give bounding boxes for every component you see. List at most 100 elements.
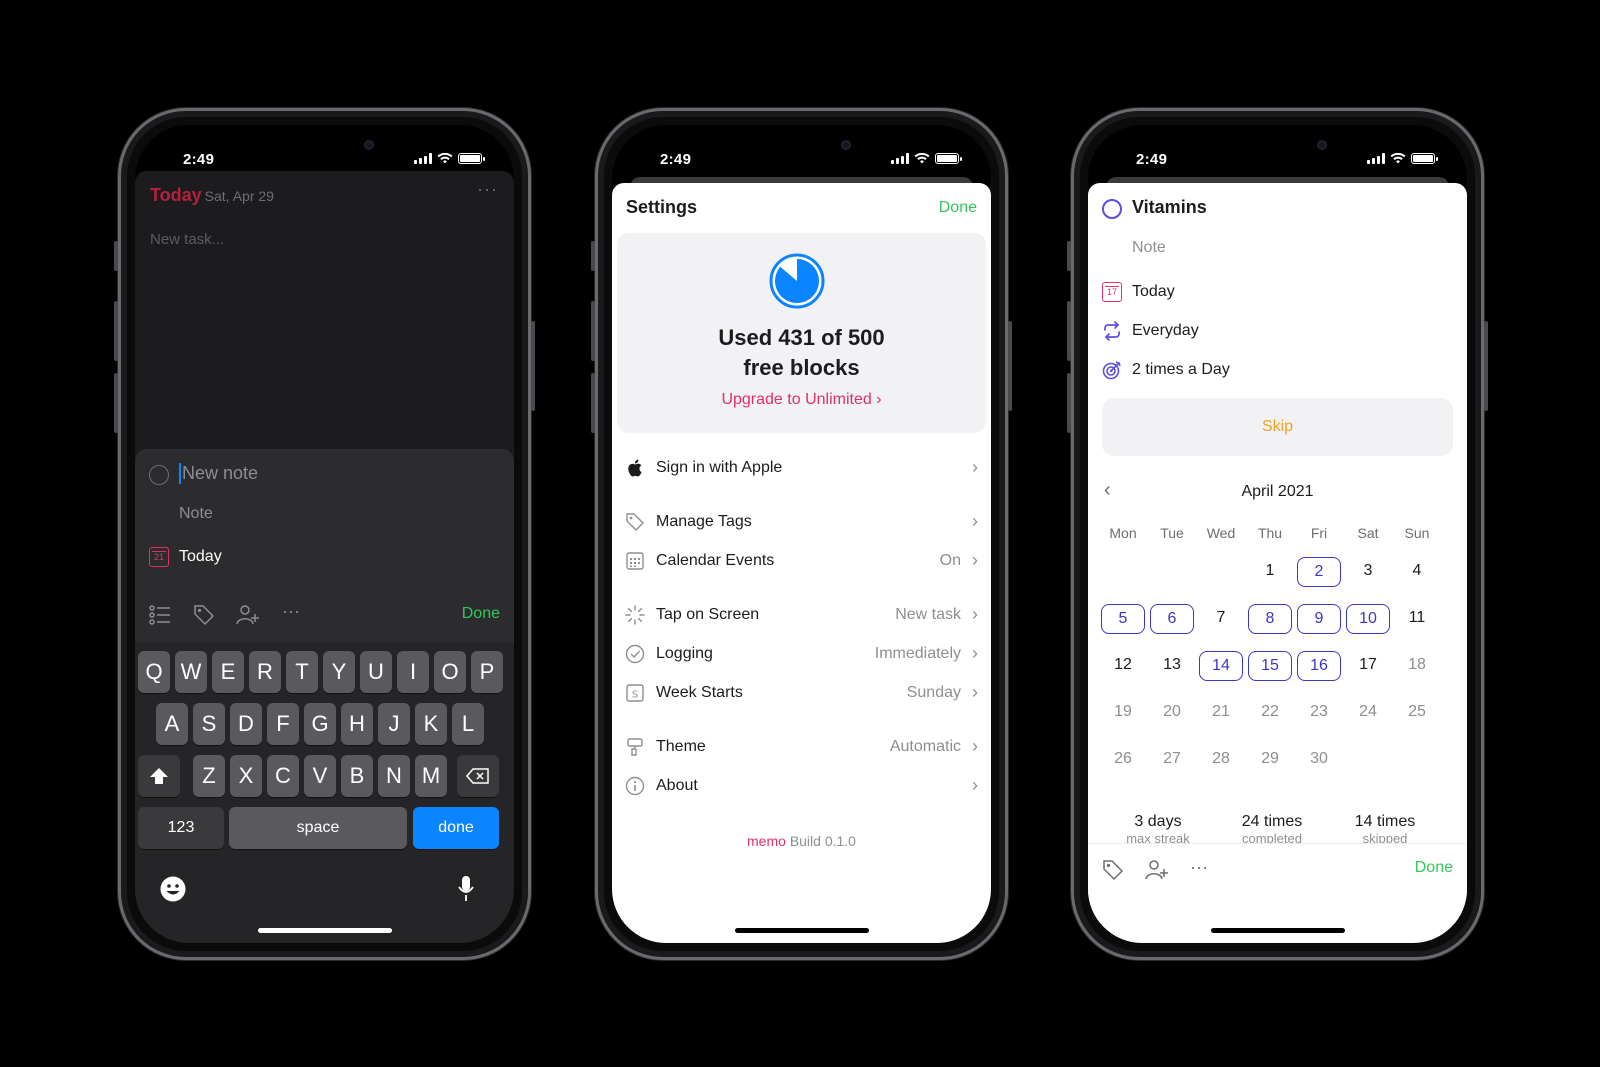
calendar-day[interactable]: 6	[1150, 604, 1194, 634]
key-done[interactable]: done	[413, 807, 499, 849]
calendar-day[interactable]: 24	[1346, 698, 1390, 728]
key-u[interactable]: U	[360, 651, 392, 693]
home-indicator[interactable]	[257, 928, 392, 933]
row-sign-in-with-apple[interactable]: Sign in with Apple ›	[612, 449, 991, 487]
calendar-day[interactable]: 23	[1297, 698, 1341, 728]
key-k[interactable]: K	[415, 703, 447, 745]
key-e[interactable]: E	[212, 651, 244, 693]
calendar-day[interactable]: 20	[1150, 698, 1194, 728]
tag-icon[interactable]	[193, 604, 215, 626]
note-field[interactable]: Note	[1132, 239, 1166, 257]
calendar-day[interactable]: 8	[1248, 604, 1292, 634]
key-r[interactable]: R	[249, 651, 281, 693]
row-logging[interactable]: Logging Immediately ›	[612, 635, 991, 673]
calendar-day[interactable]: 2	[1297, 557, 1341, 587]
calendar-day[interactable]: 11	[1395, 604, 1439, 634]
key-m[interactable]: M	[415, 755, 447, 797]
more-options-icon[interactable]: ···	[1190, 857, 1208, 878]
new-task-placeholder[interactable]: New task...	[150, 231, 224, 248]
weekday-label: Sat	[1357, 525, 1379, 541]
key-t[interactable]: T	[286, 651, 318, 693]
done-button[interactable]: Done	[1415, 859, 1453, 877]
key-c[interactable]: C	[267, 755, 299, 797]
shift-key[interactable]	[138, 755, 180, 797]
calendar-day[interactable]: 14	[1199, 651, 1243, 681]
calendar-day[interactable]: 9	[1297, 604, 1341, 634]
calendar-day[interactable]: 21	[1199, 698, 1243, 728]
row-manage-tags[interactable]: Manage Tags ›	[612, 503, 991, 541]
key-p[interactable]: P	[471, 651, 503, 693]
row-tap-on-screen[interactable]: Tap on Screen New task ›	[612, 596, 991, 634]
calendar-day[interactable]: 26	[1101, 745, 1145, 775]
checkbox-circle-icon[interactable]	[1102, 199, 1122, 219]
key-f[interactable]: F	[267, 703, 299, 745]
calendar-day[interactable]: 5	[1101, 604, 1145, 634]
more-options-icon[interactable]: ···	[282, 601, 300, 622]
key-z[interactable]: Z	[193, 755, 225, 797]
note-field[interactable]: Note	[179, 505, 213, 523]
key-y[interactable]: Y	[323, 651, 355, 693]
calendar-day[interactable]: 30	[1297, 745, 1341, 775]
row-calendar-events[interactable]: Calendar Events On ›	[612, 542, 991, 580]
add-person-icon[interactable]	[236, 604, 260, 626]
calendar-day[interactable]: 29	[1248, 745, 1292, 775]
calendar-day[interactable]: 7	[1199, 604, 1243, 634]
weekday-label: Fri	[1310, 525, 1328, 541]
key-s[interactable]: S	[193, 703, 225, 745]
tag-icon[interactable]	[1102, 859, 1124, 881]
emoji-icon[interactable]	[159, 875, 187, 903]
due-date-today[interactable]: Today	[179, 548, 222, 566]
row-theme[interactable]: Theme Automatic ›	[612, 728, 991, 766]
calendar-day[interactable]: 22	[1248, 698, 1292, 728]
calendar-day[interactable]: 10	[1346, 604, 1390, 634]
goal-value[interactable]: 2 times a Day	[1132, 361, 1230, 379]
calendar-day[interactable]: 25	[1395, 698, 1439, 728]
row-week-starts[interactable]: S Week Starts Sunday ›	[612, 674, 991, 712]
key-x[interactable]: X	[230, 755, 262, 797]
key-123[interactable]: 123	[138, 807, 224, 849]
calendar-day[interactable]: 12	[1101, 651, 1145, 681]
calendar-day[interactable]: 17	[1346, 651, 1390, 681]
key-j[interactable]: J	[378, 703, 410, 745]
key-l[interactable]: L	[452, 703, 484, 745]
key-d[interactable]: D	[230, 703, 262, 745]
calendar-day[interactable]: 15	[1248, 651, 1292, 681]
skip-button[interactable]: Skip	[1102, 398, 1453, 456]
calendar-day[interactable]: 18	[1395, 651, 1439, 681]
key-q[interactable]: Q	[138, 651, 170, 693]
add-person-icon[interactable]	[1145, 859, 1169, 881]
key-w[interactable]: W	[175, 651, 207, 693]
calendar-day[interactable]: 27	[1150, 745, 1194, 775]
more-icon[interactable]: ···	[477, 179, 498, 200]
key-a[interactable]: A	[156, 703, 188, 745]
calendar-day[interactable]: 28	[1199, 745, 1243, 775]
calendar-day[interactable]: 1	[1248, 557, 1292, 587]
home-indicator[interactable]	[734, 928, 869, 933]
checklist-icon[interactable]	[149, 605, 171, 625]
calendar-day[interactable]: 3	[1346, 557, 1390, 587]
key-h[interactable]: H	[341, 703, 373, 745]
upgrade-link[interactable]: Upgrade to Unlimited ›	[617, 391, 986, 409]
done-button[interactable]: Done	[939, 199, 977, 217]
key-g[interactable]: G	[304, 703, 336, 745]
new-note-input[interactable]: New note	[179, 463, 258, 484]
key-b[interactable]: B	[341, 755, 373, 797]
key-n[interactable]: N	[378, 755, 410, 797]
repeat-value[interactable]: Everyday	[1132, 322, 1199, 340]
home-indicator[interactable]	[1210, 928, 1345, 933]
key-i[interactable]: I	[397, 651, 429, 693]
calendar-day[interactable]: 19	[1101, 698, 1145, 728]
key-space[interactable]: space	[229, 807, 407, 849]
checkbox-circle-icon[interactable]	[149, 465, 169, 485]
key-v[interactable]: V	[304, 755, 336, 797]
calendar-day[interactable]: 13	[1150, 651, 1194, 681]
microphone-icon[interactable]	[457, 875, 475, 903]
calendar-day[interactable]: 16	[1297, 651, 1341, 681]
backspace-key[interactable]	[457, 755, 499, 797]
done-button[interactable]: Done	[462, 605, 500, 623]
task-title[interactable]: Vitamins	[1132, 197, 1207, 218]
calendar-day[interactable]: 4	[1395, 557, 1439, 587]
row-about[interactable]: About ›	[612, 767, 991, 805]
key-o[interactable]: O	[434, 651, 466, 693]
due-date[interactable]: Today	[1132, 283, 1175, 301]
